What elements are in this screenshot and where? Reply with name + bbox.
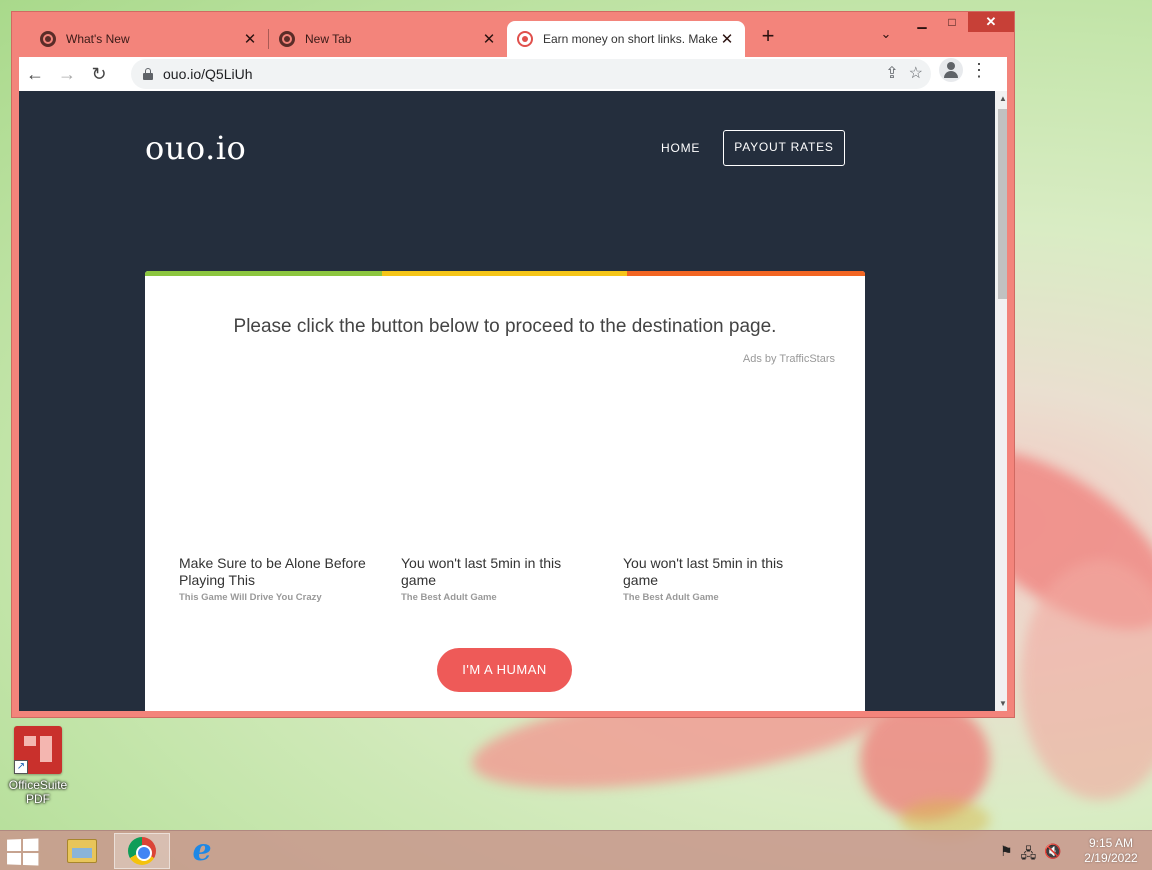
address-bar[interactable]: ouo.io/Q5LiUh ⇪ ☆ xyxy=(131,59,931,89)
browser-toolbar: ← → ↻ ouo.io/Q5LiUh ⇪ ☆ ⋮ xyxy=(19,57,1007,91)
close-window-button[interactable]: ✕ xyxy=(968,12,1014,32)
color-bar-green xyxy=(145,271,382,276)
ouo-icon xyxy=(517,31,533,47)
scroll-down-icon[interactable]: ▼ xyxy=(998,699,1007,708)
page-viewport: ouo.io HOME PAYOUT RATES Please click th… xyxy=(19,91,1007,711)
profile-avatar-icon[interactable] xyxy=(939,58,963,82)
color-bar-orange xyxy=(627,271,865,276)
tab-new-tab[interactable]: New Tab ✕ xyxy=(269,21,507,57)
ad-item[interactable]: You won't last 5min in this game The Bes… xyxy=(623,555,813,603)
share-icon[interactable]: ⇪ xyxy=(885,63,898,83)
ad-item[interactable]: Make Sure to be Alone Before Playing Thi… xyxy=(179,555,369,603)
address-text[interactable]: ouo.io/Q5LiUh xyxy=(163,66,253,82)
site-logo[interactable]: ouo.io xyxy=(145,129,246,167)
im-a-human-button[interactable]: I'M A HUMAN xyxy=(437,648,572,692)
action-center-flag-icon[interactable]: ⚑ xyxy=(1000,843,1013,867)
ad-headline[interactable]: You won't last 5min in this game xyxy=(401,555,591,589)
nav-payout-rates-button[interactable]: PAYOUT RATES xyxy=(723,130,845,166)
minimize-button[interactable]: ▁ xyxy=(908,12,936,32)
file-explorer-icon xyxy=(67,839,97,863)
tab-whats-new[interactable]: What's New ✕ xyxy=(30,21,268,57)
instruction-text: Please click the button below to proceed… xyxy=(233,316,777,337)
windows-logo-tile xyxy=(23,853,39,866)
new-tab-button[interactable]: + xyxy=(756,24,780,48)
forward-button[interactable]: → xyxy=(51,58,83,90)
tab-search-button[interactable]: ⌄ xyxy=(876,26,896,42)
browser-menu-icon[interactable]: ⋮ xyxy=(969,60,989,81)
clock-date: 2/19/2022 xyxy=(1084,851,1138,865)
page-scrollbar[interactable]: ▲ ▼ xyxy=(995,91,1007,711)
chrome-icon xyxy=(279,31,295,47)
tab-title: What's New xyxy=(66,32,130,46)
scrollbar-thumb[interactable] xyxy=(998,109,1007,299)
reload-button[interactable]: ↻ xyxy=(83,58,115,90)
bookmark-star-icon[interactable]: ☆ xyxy=(909,63,923,83)
network-icon[interactable]: 🖧 xyxy=(1021,843,1037,867)
color-bar xyxy=(145,271,865,276)
ads-by-label[interactable]: Ads by TrafficStars xyxy=(743,353,835,365)
ad-subtitle: The Best Adult Game xyxy=(623,592,719,603)
taskbar-clock[interactable]: 9:15 AM 2/19/2022 xyxy=(1076,836,1146,866)
ad-headline[interactable]: Make Sure to be Alone Before Playing Thi… xyxy=(179,555,369,589)
volume-muted-icon[interactable]: 🔇 xyxy=(1044,843,1061,867)
close-tab-icon[interactable]: ✕ xyxy=(242,30,258,48)
taskbar-file-explorer[interactable] xyxy=(54,833,110,869)
system-tray: ⚑ 🖧 🔇 xyxy=(1000,843,1062,867)
back-button[interactable]: ← xyxy=(19,58,51,90)
officesuite-pdf-icon: ↗ xyxy=(14,726,62,774)
desktop-icon-label: OfficeSuite PDF xyxy=(8,778,68,806)
ad-headline[interactable]: You won't last 5min in this game xyxy=(623,555,813,589)
desktop-icon-officesuite-pdf[interactable]: ↗ OfficeSuite PDF xyxy=(6,726,70,806)
windows-logo-tile xyxy=(7,839,22,852)
nav-home-link[interactable]: HOME xyxy=(661,141,700,155)
shortcut-arrow-icon: ↗ xyxy=(14,760,28,774)
content-card: Please click the button below to proceed… xyxy=(145,271,865,711)
tab-title: New Tab xyxy=(305,32,352,46)
tab-ouo-active[interactable]: Earn money on short links. Make ✕ xyxy=(507,21,745,57)
taskbar-google-chrome[interactable] xyxy=(114,833,170,869)
taskbar: e ⚑ 🖧 🔇 9:15 AM 2/19/2022 xyxy=(0,830,1152,870)
internet-explorer-icon: e xyxy=(192,833,212,868)
start-button[interactable] xyxy=(7,838,41,866)
tab-strip: What's New ✕ New Tab ✕ Earn money on sho… xyxy=(12,12,1014,57)
close-tab-icon[interactable]: ✕ xyxy=(719,30,735,48)
ad-subtitle: The Best Adult Game xyxy=(401,592,497,603)
lock-icon[interactable] xyxy=(143,68,153,80)
chrome-icon xyxy=(40,31,56,47)
maximize-button[interactable]: □ xyxy=(938,12,966,32)
clock-time: 9:15 AM xyxy=(1088,836,1134,850)
tab-title: Earn money on short links. Make xyxy=(543,32,718,46)
ad-subtitle: This Game Will Drive You Crazy xyxy=(179,592,322,603)
windows-logo-tile xyxy=(7,852,22,865)
windows-logo-tile xyxy=(23,838,39,851)
close-tab-icon[interactable]: ✕ xyxy=(481,30,497,48)
browser-window: What's New ✕ New Tab ✕ Earn money on sho… xyxy=(11,11,1015,718)
color-bar-yellow xyxy=(382,271,627,276)
scroll-up-icon[interactable]: ▲ xyxy=(998,94,1007,103)
google-chrome-icon xyxy=(128,837,156,865)
taskbar-internet-explorer[interactable]: e xyxy=(174,833,230,869)
ad-item[interactable]: You won't last 5min in this game The Bes… xyxy=(401,555,591,603)
